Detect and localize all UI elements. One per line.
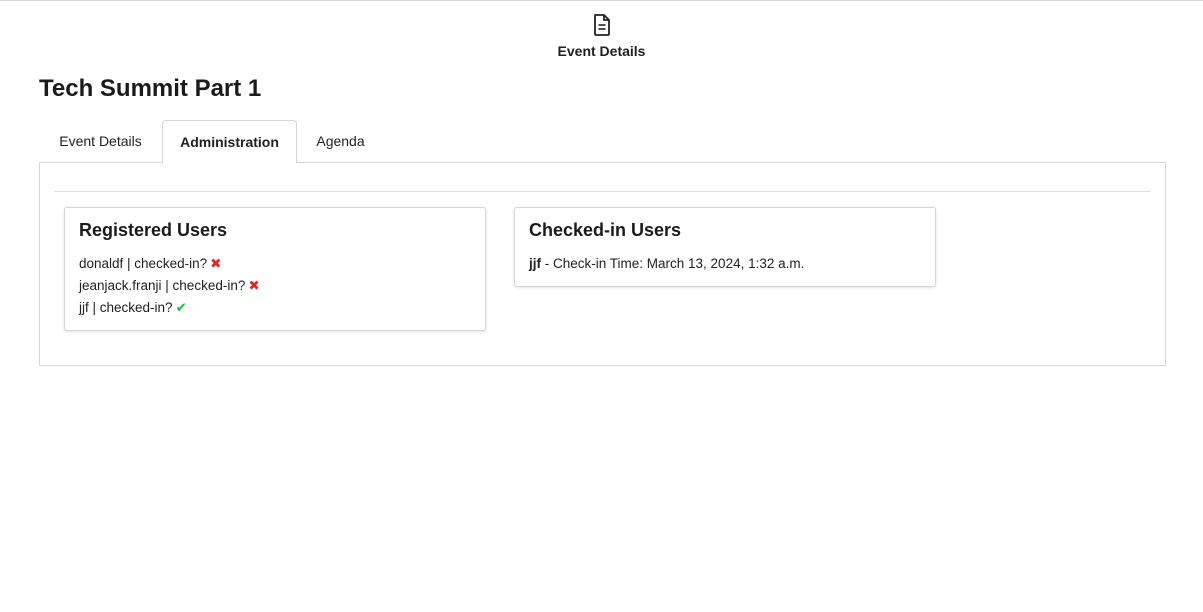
registered-users-card: Registered Users donaldf | checked-in? ✖ … (64, 207, 486, 331)
registered-users-title: Registered Users (79, 220, 228, 240)
administration-panel: Registered Users donaldf | checked-in? ✖ … (39, 162, 1166, 366)
tab-event-details[interactable]: Event Details (39, 120, 162, 162)
registered-user-text: jjf | checked-in? (79, 300, 173, 315)
x-icon: ✖ (210, 256, 222, 271)
checkmark-icon: ✔ (175, 300, 187, 315)
checked-in-username: jjf (529, 256, 541, 271)
header-label: Event Details (557, 43, 646, 59)
list-item: jjf | checked-in? ✔ (79, 299, 187, 317)
registered-user-text: jeanjack.franji | checked-in? (79, 278, 246, 293)
list-item: donaldf | checked-in? ✖ (79, 255, 221, 273)
tab-agenda[interactable]: Agenda (297, 120, 384, 162)
file-text-icon (594, 14, 610, 36)
list-item: jjf - Check-in Time: March 13, 2024, 1:3… (529, 255, 804, 273)
list-item: jeanjack.franji | checked-in? ✖ (79, 277, 260, 295)
top-border (0, 0, 1203, 1)
check-in-time: - Check-in Time: March 13, 2024, 1:32 a.… (541, 256, 805, 271)
x-icon: ✖ (248, 278, 260, 293)
divider (54, 191, 1151, 192)
tab-administration[interactable]: Administration (162, 120, 297, 163)
checked-in-users-card: Checked-in Users jjf - Check-in Time: Ma… (514, 207, 936, 287)
checked-in-users-title: Checked-in Users (529, 220, 682, 240)
page-title: Tech Summit Part 1 (39, 75, 262, 102)
registered-user-text: donaldf | checked-in? (79, 256, 208, 271)
